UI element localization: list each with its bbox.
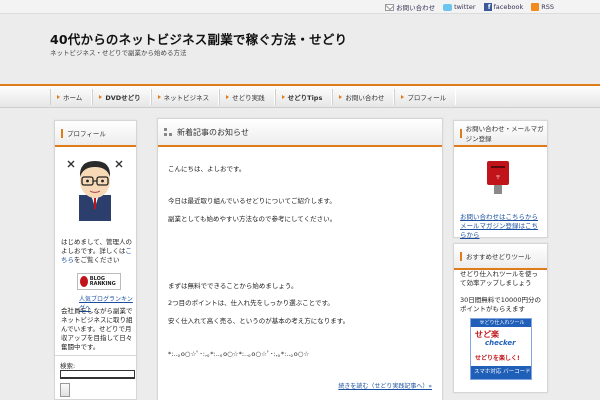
twitter-icon <box>443 3 453 11</box>
nav-list: ホーム DVDせどり ネットビジネス せどり実践 せどりTips お問い合わせ … <box>50 89 457 105</box>
banner-logo-sub: checker <box>485 339 516 347</box>
main-article: 新着記事のお知らせ こんにちは、よしおです。 今日は最近取り組んでいるせどりにつ… <box>157 118 443 400</box>
blog-ranking-badge-text: BLOG RANKING <box>89 275 116 287</box>
facebook-icon: f <box>483 3 492 11</box>
nav-item-label: プロフィール <box>407 94 447 102</box>
nav-item-netbiz[interactable]: ネットビジネス <box>150 89 220 105</box>
article-header: 新着記事のお知らせ <box>158 119 442 147</box>
profile-intro-line1: はじめまして、管理人の <box>61 238 132 246</box>
read-more-link[interactable]: 続きを読む（せどり実践記事へ）» <box>338 381 432 390</box>
article-decoration-line: *:..｡o○☆ﾟ･:,｡*:..｡o○☆*:..｡o○☆ﾟ･:,｡*:..｡o… <box>168 350 310 358</box>
nav-item-label: ネットビジネス <box>163 94 210 102</box>
profile-intro-line2: よしおです。詳しくは <box>61 247 126 255</box>
heading-bar <box>61 128 63 138</box>
search-button[interactable] <box>60 383 70 397</box>
contact-widget: お問い合わせ・メールマガジン登録 〒 お問い合わせはこちらから メールマガジン登… <box>453 120 548 240</box>
banner-bottom-label: スマホ対応 バーコード <box>471 366 531 379</box>
article-line: こんにちは、よしおです。 <box>168 165 246 173</box>
tool-offer: 30日間無料で10000円分のポイントがもらえます <box>460 296 541 313</box>
rss-link[interactable]: RSS <box>531 3 554 11</box>
contact-widget-header: お問い合わせ・メールマガジン登録 <box>454 121 547 147</box>
tool-widget-title: おすすめせどりツール <box>466 253 531 261</box>
article-line: 今日は最近取り組んでいるせどりについてご紹介します。 <box>168 197 336 205</box>
nav-item-practice[interactable]: せどり実践 <box>219 89 275 105</box>
tool-widget: おすすめせどりツール せどり仕入れツールを使って効率アップしましょう 30日間無… <box>453 243 548 393</box>
mail-icon <box>385 3 395 11</box>
top-utility-bar: お問い合わせ twitter f facebook RSS <box>0 0 600 14</box>
heading-bar <box>460 128 462 138</box>
svg-text:〒: 〒 <box>495 175 500 181</box>
arrow-right-icon <box>281 95 285 99</box>
heading-bar <box>460 251 462 261</box>
ranking-logo-icon <box>80 276 88 287</box>
nav-item-contact[interactable]: お問い合わせ <box>332 89 395 105</box>
profile-widget: プロフィール はじめまして、管理人の よしおです。詳しくはこちらをご覧ください … <box>54 120 137 370</box>
arrow-right-icon <box>99 95 103 99</box>
twitter-link[interactable]: twitter <box>443 3 476 11</box>
nav-item-label: せどりTips <box>287 94 323 102</box>
article-line: まずは無料でできることから始めましょう。 <box>168 282 298 290</box>
search-label: 検索: <box>60 362 76 370</box>
facebook-link[interactable]: f facebook <box>483 3 524 11</box>
rss-icon <box>531 3 540 11</box>
article-icon <box>164 127 173 137</box>
profile-widget-header: プロフィール <box>55 121 136 147</box>
contact-link[interactable]: お問い合わせ <box>385 2 435 12</box>
nav-item-label: DVDせどり <box>105 94 141 102</box>
arrow-right-icon <box>401 95 405 99</box>
article-line: 安く仕入れて高く売る、というのが基本の考え方になります。 <box>168 317 350 325</box>
nav-item-tips[interactable]: せどりTips <box>274 89 333 105</box>
banner-top-label: せどり仕入れツール <box>471 319 531 327</box>
article-line: 2つ目のポイントは、仕入れ先をしっかり選ぶことです。 <box>168 299 334 307</box>
nav-item-label: お問い合わせ <box>345 94 385 102</box>
nav-item-home[interactable]: ホーム <box>50 89 93 105</box>
site-description: ネットビジネス・せどりで副業から始める方法 <box>50 49 187 57</box>
arrow-right-icon <box>339 95 343 99</box>
sedori-checker-banner[interactable]: せどり仕入れツール せど楽 checker せどりを楽しく! スマホ対応 バーコ… <box>470 318 532 380</box>
tool-description: せどり仕入れツールを使って効率アップしましょう <box>460 270 538 287</box>
search-widget: 検索: <box>54 355 137 400</box>
profile-widget-title: プロフィール <box>67 130 106 138</box>
blog-ranking-badge[interactable]: BLOG RANKING <box>77 273 121 290</box>
profile-intro: はじめまして、管理人の よしおです。詳しくはこちらをご覧ください <box>61 238 135 265</box>
site-title[interactable]: 40代からのネットビジネス副業で稼ぐ方法・せどり <box>50 29 347 48</box>
arrow-right-icon <box>57 95 60 99</box>
profile-bio: 会社員をしながら副業でネットビジネスに取り組んでいます。せどりで月収アップを目指… <box>61 307 133 351</box>
top-links: お問い合わせ twitter f facebook RSS <box>385 2 554 12</box>
site-header: 40代からのネットビジネス副業で稼ぐ方法・せどり ネットビジネス・せどりで副業か… <box>0 15 600 83</box>
contact-widget-title: お問い合わせ・メールマガジン登録 <box>465 125 544 143</box>
tool-widget-header: おすすめせどりツール <box>454 244 547 270</box>
article-line: 副業としても始めやすい方法なので参考にしてください。 <box>168 215 337 223</box>
nav-item-dvd[interactable]: DVDせどり <box>92 89 151 105</box>
article-title[interactable]: 新着記事のお知らせ <box>177 127 249 138</box>
avatar <box>67 160 123 221</box>
banner-tagline: せどりを楽しく! <box>475 355 520 362</box>
nav-item-label: せどり実践 <box>232 94 265 102</box>
nav-item-label: ホーム <box>63 94 83 102</box>
global-nav: ホーム DVDせどり ネットビジネス せどり実践 せどりTips お問い合わせ … <box>0 84 600 108</box>
profile-intro-line3: をご覧ください <box>74 256 120 264</box>
search-input[interactable] <box>60 370 135 379</box>
contact-link-label: お問い合わせ <box>396 4 436 12</box>
arrow-right-icon <box>226 95 230 99</box>
arrow-right-icon <box>157 95 161 99</box>
contact-link[interactable]: お問い合わせはこちらから メールマガジン登録はこちらから <box>460 213 544 240</box>
facebook-link-label: facebook <box>493 3 524 11</box>
twitter-link-label: twitter <box>454 3 476 11</box>
rss-link-label: RSS <box>541 3 554 11</box>
nav-item-profile[interactable]: プロフィール <box>394 89 457 105</box>
postbox-icon[interactable]: 〒 <box>484 159 512 195</box>
